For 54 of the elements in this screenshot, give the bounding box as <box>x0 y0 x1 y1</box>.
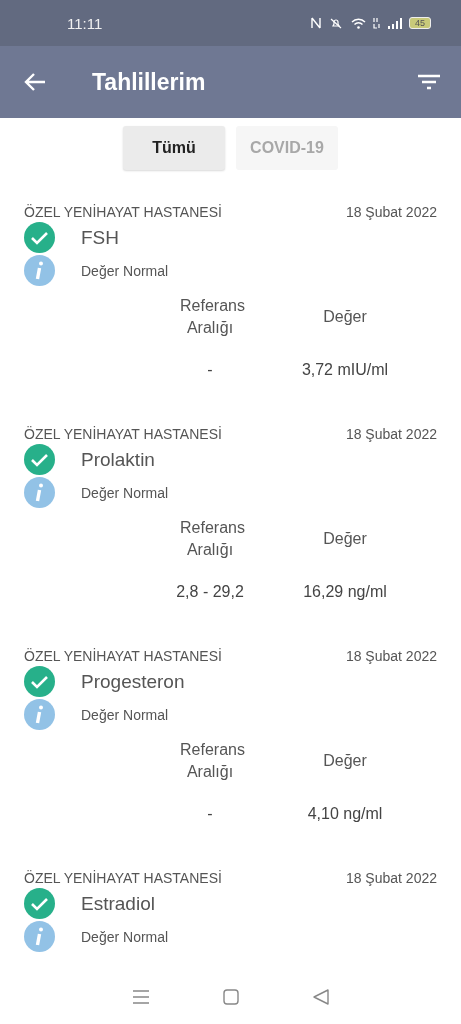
column-header: Değer <box>322 529 368 549</box>
menu-icon <box>131 989 150 1005</box>
table-cell-text: 4,10 ng/ml <box>306 805 384 823</box>
page-title: Tahlillerim <box>92 68 207 96</box>
battery-indicator: 45 <box>409 17 431 29</box>
status-text: Değer Normal <box>81 484 169 501</box>
nfc-icon <box>311 17 321 29</box>
menu-button[interactable] <box>131 989 150 1005</box>
back-arrow-icon <box>24 73 46 91</box>
filter-tab[interactable]: Tümü <box>123 126 225 170</box>
column-header: Referans Aralığı <box>179 518 246 560</box>
signal-icon <box>388 17 402 29</box>
result-date: 18 Şubat 2022 <box>345 647 437 665</box>
table-cell-text: - <box>206 361 214 379</box>
muted-bell-icon <box>328 17 344 29</box>
info-icon <box>24 921 55 952</box>
status-text: Değer Normal <box>81 706 169 723</box>
square-icon <box>223 989 240 1005</box>
test-name: Progesteron <box>81 670 185 693</box>
test-name: Prolaktin <box>81 448 155 471</box>
home-button[interactable] <box>223 989 240 1005</box>
hospital-name: ÖZEL YENİHAYAT HASTANESİ <box>24 869 222 887</box>
filter-button[interactable] <box>417 74 441 90</box>
test-name: FSH <box>81 226 119 249</box>
back-button[interactable] <box>24 73 46 91</box>
info-icon <box>24 699 55 730</box>
check-icon <box>24 888 55 919</box>
check-icon <box>24 666 55 697</box>
hospital-name: ÖZEL YENİHAYAT HASTANESİ <box>24 425 222 443</box>
check-icon <box>24 222 55 253</box>
table-cell-text: 3,72 mIU/ml <box>300 361 390 379</box>
column-header: Referans Aralığı <box>179 740 246 782</box>
info-icon <box>24 255 55 286</box>
result-date: 18 Şubat 2022 <box>345 425 437 443</box>
hospital-name: ÖZEL YENİHAYAT HASTANESİ <box>24 203 222 221</box>
result-date: 18 Şubat 2022 <box>345 203 437 221</box>
check-icon <box>24 444 55 475</box>
status-text: Değer Normal <box>81 928 169 945</box>
column-header: Referans Aralığı <box>179 296 246 338</box>
table-cell-text: - <box>206 805 214 823</box>
hospital-name: ÖZEL YENİHAYAT HASTANESİ <box>24 647 222 665</box>
triangle-icon <box>313 989 330 1005</box>
table-cell-text: 2,8 - 29,2 <box>175 583 245 601</box>
info-icon <box>24 477 55 508</box>
wifi-icon <box>351 17 366 29</box>
column-header: Değer <box>322 307 368 327</box>
table-cell-text: 16,29 ng/ml <box>302 583 388 601</box>
clock-time: 11:11 <box>67 14 103 32</box>
back-nav-button[interactable] <box>313 989 330 1005</box>
result-date: 18 Şubat 2022 <box>345 869 437 887</box>
column-header: Değer <box>322 751 368 771</box>
test-name: Estradiol <box>81 892 155 915</box>
status-text: Değer Normal <box>81 262 169 279</box>
filter-icon <box>417 74 441 90</box>
